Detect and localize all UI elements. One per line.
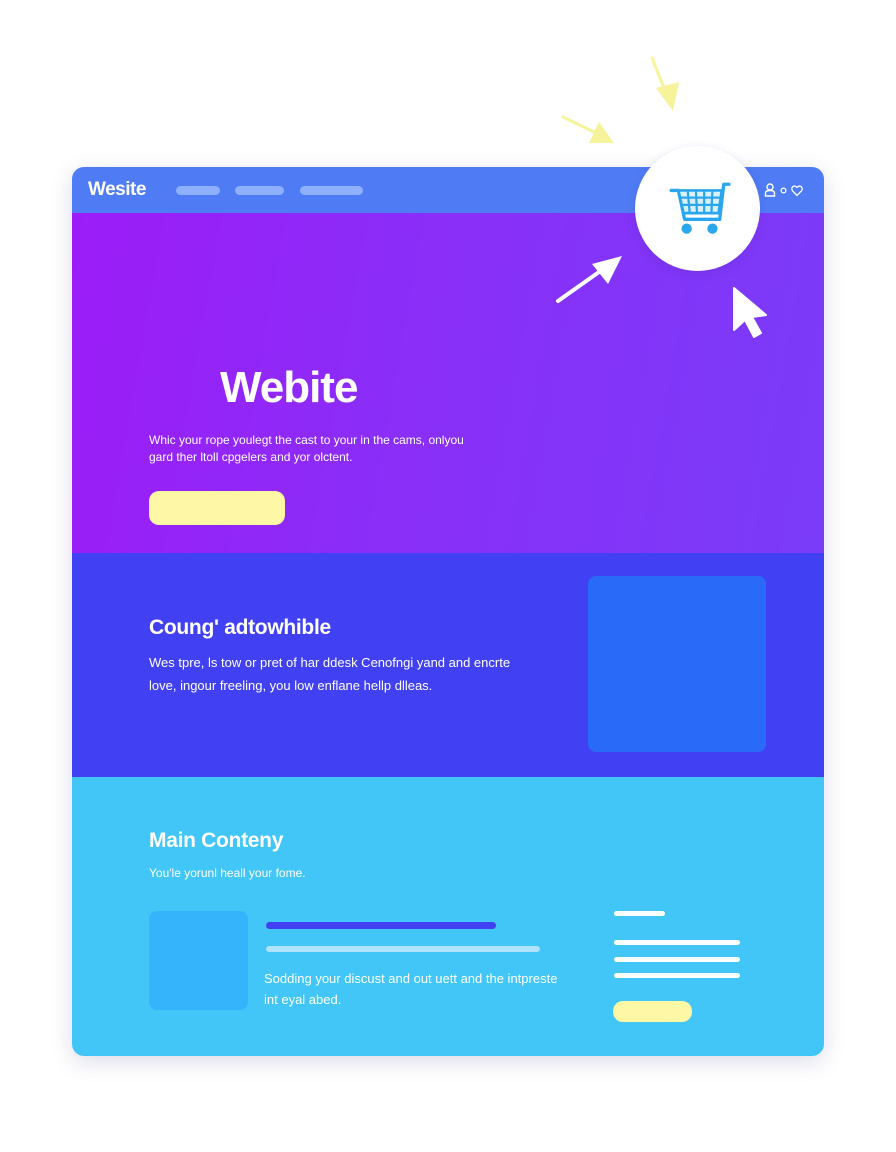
nav-icons	[764, 181, 803, 199]
content-heading-bar	[266, 922, 496, 929]
feature-image-placeholder	[588, 576, 766, 752]
hero-cta-button[interactable]	[149, 491, 285, 525]
sidebar-line	[614, 940, 740, 945]
brand-logo[interactable]: Wesite	[88, 179, 146, 201]
feature-title: Coung' adtowhible	[149, 616, 331, 639]
nav-link-1[interactable]	[176, 186, 220, 195]
feature-section: Coung' adtowhible Wes tpre, ls tow or pr…	[72, 553, 824, 777]
content-description: Sodding your discust and out uett and th…	[264, 971, 558, 1007]
cart-button[interactable]	[635, 146, 760, 271]
dot-icon[interactable]	[780, 186, 787, 194]
sidebar-line	[614, 973, 740, 978]
shopping-cart-icon	[669, 182, 731, 234]
sidebar-button[interactable]	[613, 1001, 692, 1022]
nav-link-3[interactable]	[300, 186, 363, 195]
content-thumbnail	[149, 911, 248, 1010]
content-subheading-bar	[266, 946, 540, 952]
feature-description: Wes tpre, ls tow or pret of har ddesk Ce…	[149, 655, 511, 693]
hero-description: Whic your rope youlegt the cast to your …	[149, 433, 464, 464]
website-mockup: Wesite Webite Whic your rope youlegt the…	[72, 167, 824, 1056]
main-content-section: Main Conteny You'le yorunl heall your fo…	[72, 777, 824, 1056]
user-icon[interactable]	[764, 183, 776, 197]
sidebar-line	[614, 957, 740, 962]
main-subtitle: You'le yorunl heall your fome.	[149, 866, 306, 880]
main-title: Main Conteny	[149, 829, 284, 852]
heart-icon[interactable]	[791, 184, 803, 197]
hero-title: Webite	[220, 363, 358, 412]
sidebar-line	[614, 911, 665, 916]
page-canvas: Wesite Webite Whic your rope youlegt the…	[0, 0, 896, 1152]
nav-link-2[interactable]	[235, 186, 284, 195]
